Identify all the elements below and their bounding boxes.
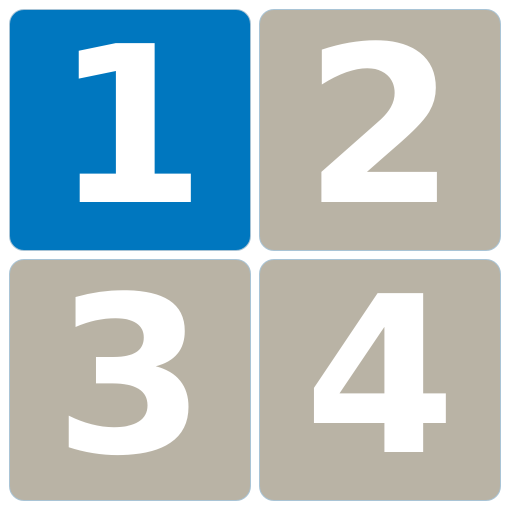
- tile-3-label: 3: [54, 251, 206, 504]
- tile-2[interactable]: 2: [259, 9, 501, 251]
- tile-4-label: 4: [304, 251, 456, 504]
- tile-2-label: 2: [304, 1, 456, 254]
- tile-4[interactable]: 4: [259, 259, 501, 501]
- tile-1[interactable]: 1: [9, 9, 251, 251]
- tile-3[interactable]: 3: [9, 259, 251, 501]
- tile-1-label: 1: [54, 1, 206, 254]
- number-tile-grid: 1 2 3 4: [0, 0, 512, 512]
